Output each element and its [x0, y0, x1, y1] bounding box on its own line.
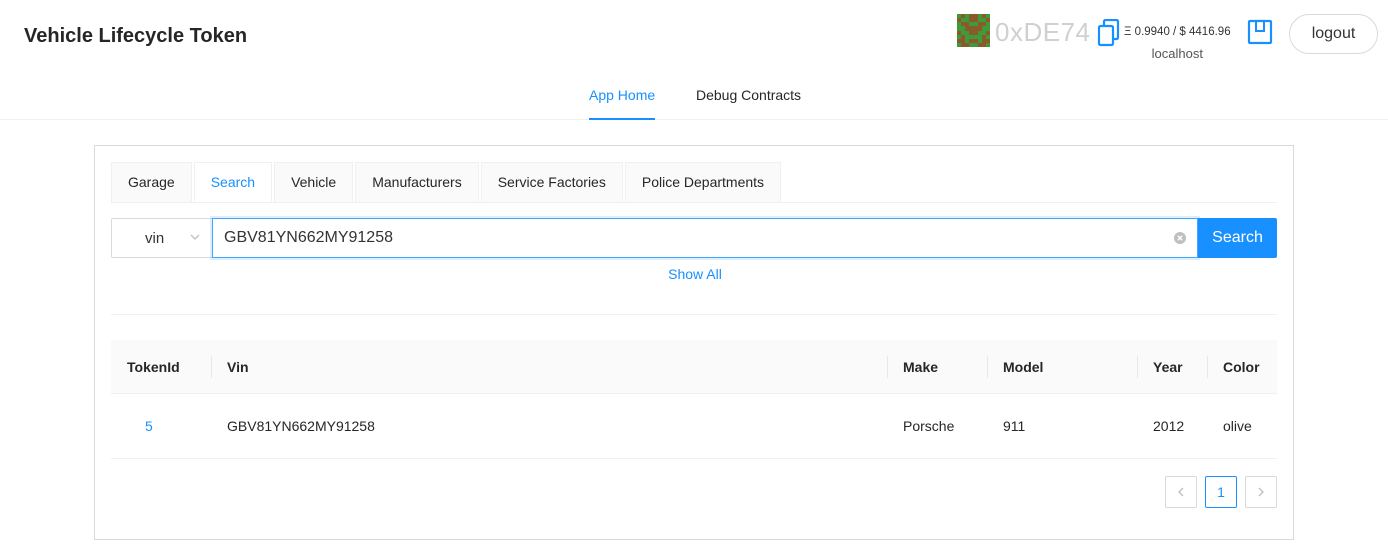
cell-make: Porsche [903, 418, 955, 434]
column-header-tokenid: TokenId [127, 358, 180, 375]
cell-color: olive [1223, 418, 1252, 434]
search-field-select[interactable]: vin [111, 218, 212, 258]
tab-vehicle[interactable]: Vehicle [274, 162, 354, 202]
nav-app-home[interactable]: App Home [589, 87, 656, 120]
app-header: Vehicle Lifecycle Token 0xDE74 Ξ 0.9940 … [0, 0, 1388, 75]
chevron-left-icon [1178, 487, 1184, 497]
cell-tokenid: 5 [111, 394, 211, 458]
app-title: Vehicle Lifecycle Token [24, 25, 248, 47]
column-header-vin: Vin [211, 340, 887, 393]
balance-block: Ξ 0.9940 / $ 4416.96 localhost [1124, 26, 1231, 61]
next-page-button[interactable] [1245, 476, 1277, 508]
tab-police-departments[interactable]: Police Departments [624, 162, 782, 202]
nav-debug-contracts[interactable]: Debug Contracts [696, 87, 801, 120]
chevron-down-icon [190, 234, 200, 240]
cell-model: 911 [1003, 418, 1026, 434]
search-row: vin Search [111, 218, 1277, 258]
prev-page-button[interactable] [1165, 476, 1197, 508]
show-all-link[interactable]: Show All [95, 266, 1295, 282]
results-table: TokenId Vin Make Model Year Color 5 GBV8… [111, 340, 1277, 459]
tab-bar: Garage Search Vehicle Manufacturers Serv… [111, 162, 783, 202]
cell-year: 2012 [1153, 418, 1185, 434]
balance-display: Ξ 0.9940 / $ 4416.96 [1124, 26, 1231, 38]
chevron-right-icon [1258, 487, 1264, 497]
account-display: 0xDE74 [957, 12, 1121, 48]
wallet-icon[interactable] [1247, 19, 1273, 45]
token-id-link[interactable]: 5 [127, 418, 153, 434]
table-header: TokenId Vin Make Model Year Color [111, 340, 1277, 394]
column-header-color: Color [1207, 340, 1277, 393]
search-input-wrapper [212, 218, 1198, 258]
tab-search[interactable]: Search [193, 162, 273, 202]
account-blockie-avatar [957, 14, 990, 47]
search-input[interactable] [213, 219, 1197, 257]
network-name: localhost [1151, 46, 1203, 61]
tab-garage[interactable]: Garage [111, 162, 192, 202]
tab-manufacturers[interactable]: Manufacturers [355, 162, 479, 202]
copy-icon[interactable] [1097, 19, 1121, 47]
search-field-value: vin [145, 230, 165, 247]
pagination: 1 [1157, 476, 1277, 508]
column-header-make: Make [887, 340, 987, 393]
top-nav: App Home Debug Contracts [0, 75, 1388, 120]
table-row: 5 GBV81YN662MY91258 Porsche 911 2012 oli… [111, 394, 1277, 459]
main-card: Garage Search Vehicle Manufacturers Serv… [94, 145, 1294, 540]
logout-button[interactable]: logout [1289, 14, 1378, 54]
cell-vin: GBV81YN662MY91258 [227, 418, 375, 434]
column-header-model: Model [987, 340, 1137, 393]
page-number-button[interactable]: 1 [1205, 476, 1237, 508]
search-button[interactable]: Search [1198, 218, 1277, 258]
divider [111, 314, 1277, 315]
account-address[interactable]: 0xDE74 [995, 17, 1091, 48]
clear-icon[interactable] [1174, 232, 1186, 244]
column-header-year: Year [1137, 340, 1207, 393]
tab-service-factories[interactable]: Service Factories [480, 162, 623, 202]
tab-bar-line [111, 202, 1277, 203]
